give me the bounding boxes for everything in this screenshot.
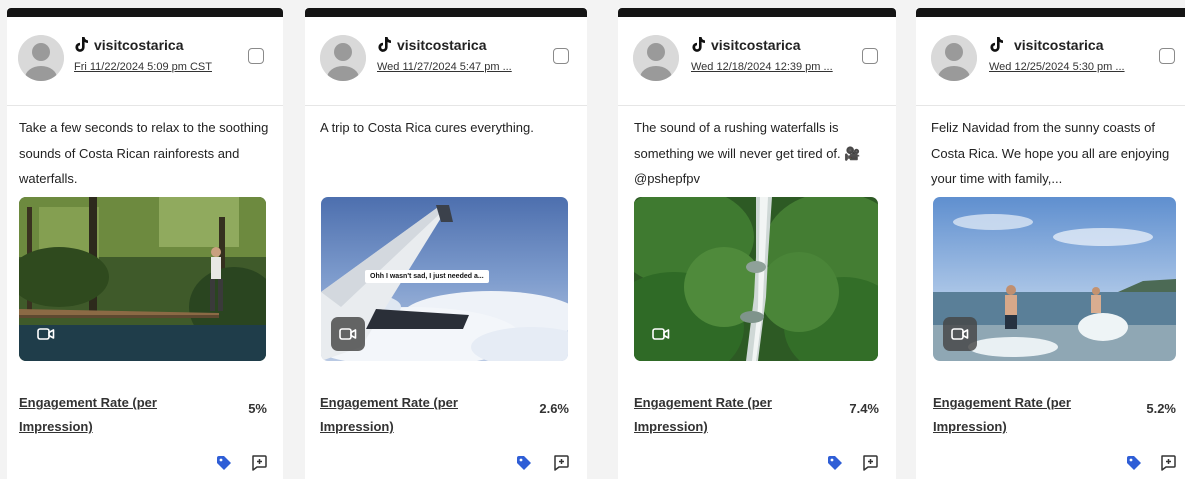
- post-caption: Take a few seconds to relax to the sooth…: [19, 120, 269, 186]
- metric-value: 5.2%: [1146, 401, 1176, 416]
- tiktok-icon: [378, 37, 391, 52]
- post-date-link[interactable]: Wed 12/25/2024 5:30 pm ...: [989, 61, 1149, 73]
- post-caption: A trip to Costa Rica cures everything.: [320, 120, 534, 135]
- tag-icon[interactable]: [827, 455, 843, 471]
- add-comment-icon[interactable]: [250, 454, 268, 472]
- video-badge: [331, 317, 365, 351]
- metric-label[interactable]: Engagement Rate (per Impression): [19, 391, 209, 439]
- avatar[interactable]: [633, 35, 679, 81]
- card-top-bar: [305, 8, 587, 17]
- media-thumbnail[interactable]: Ohh I wasn't sad, I just needed a...: [321, 197, 568, 361]
- post-header: visitcostarica Wed 11/27/2024 5:47 pm ..…: [305, 17, 587, 106]
- post-caption: Feliz Navidad from the sunny coasts of C…: [931, 120, 1170, 186]
- media-thumbnail[interactable]: [634, 197, 878, 361]
- video-camera-icon: [951, 328, 969, 340]
- tiktok-icon: [990, 37, 1003, 52]
- add-comment-icon[interactable]: [861, 454, 879, 472]
- select-checkbox[interactable]: [553, 48, 569, 64]
- post-header: visitcostarica Fri 11/22/2024 5:09 pm CS…: [7, 17, 283, 106]
- select-checkbox[interactable]: [248, 48, 264, 64]
- post-caption: The sound of a rushing waterfalls is som…: [634, 120, 861, 186]
- post-date-link[interactable]: Wed 11/27/2024 5:47 pm ...: [377, 61, 541, 73]
- card-top-bar: [916, 8, 1185, 17]
- video-badge: [943, 317, 977, 351]
- post-date-link[interactable]: Wed 12/18/2024 12:39 pm ...: [691, 61, 853, 73]
- select-checkbox[interactable]: [862, 48, 878, 64]
- username[interactable]: visitcostarica: [397, 37, 487, 53]
- card-top-bar: [618, 8, 896, 17]
- video-badge: [644, 317, 678, 351]
- username[interactable]: visitcostarica: [1014, 37, 1104, 53]
- post-date-link[interactable]: Fri 11/22/2024 5:09 pm CST: [74, 61, 242, 73]
- video-camera-icon: [652, 328, 670, 340]
- username[interactable]: visitcostarica: [711, 37, 801, 53]
- metric-label[interactable]: Engagement Rate (per Impression): [933, 391, 1123, 439]
- video-badge: [29, 317, 63, 351]
- video-camera-icon: [37, 328, 55, 340]
- add-comment-icon[interactable]: [552, 454, 570, 472]
- post-card[interactable]: visitcostarica Wed 11/27/2024 5:47 pm ..…: [305, 8, 587, 479]
- metric-value: 5%: [248, 401, 267, 416]
- avatar[interactable]: [931, 35, 977, 81]
- card-top-bar: [7, 8, 283, 17]
- tag-icon[interactable]: [516, 455, 532, 471]
- avatar[interactable]: [18, 35, 64, 81]
- post-card[interactable]: visitcostarica Wed 12/25/2024 5:30 pm ..…: [916, 8, 1185, 479]
- media-thumbnail[interactable]: [19, 197, 266, 361]
- tag-icon[interactable]: [1126, 455, 1142, 471]
- post-board: visitcostarica Fri 11/22/2024 5:09 pm CS…: [0, 0, 1185, 479]
- metric-label[interactable]: Engagement Rate (per Impression): [634, 391, 824, 439]
- add-comment-icon[interactable]: [1159, 454, 1177, 472]
- tiktok-icon: [692, 37, 705, 52]
- metric-value: 2.6%: [539, 401, 569, 416]
- metric-label[interactable]: Engagement Rate (per Impression): [320, 391, 510, 439]
- avatar[interactable]: [320, 35, 366, 81]
- tiktok-icon: [75, 37, 88, 52]
- post-card[interactable]: visitcostarica Fri 11/22/2024 5:09 pm CS…: [7, 8, 283, 479]
- select-checkbox[interactable]: [1159, 48, 1175, 64]
- metric-value: 7.4%: [849, 401, 879, 416]
- username[interactable]: visitcostarica: [94, 37, 184, 53]
- video-overlay-caption: Ohh I wasn't sad, I just needed a...: [365, 270, 489, 283]
- media-thumbnail[interactable]: [933, 197, 1176, 361]
- post-header: visitcostarica Wed 12/18/2024 12:39 pm .…: [618, 17, 896, 106]
- tag-icon[interactable]: [216, 455, 232, 471]
- post-card[interactable]: visitcostarica Wed 12/18/2024 12:39 pm .…: [618, 8, 896, 479]
- video-camera-icon: [339, 328, 357, 340]
- post-header: visitcostarica Wed 12/25/2024 5:30 pm ..…: [916, 17, 1185, 106]
